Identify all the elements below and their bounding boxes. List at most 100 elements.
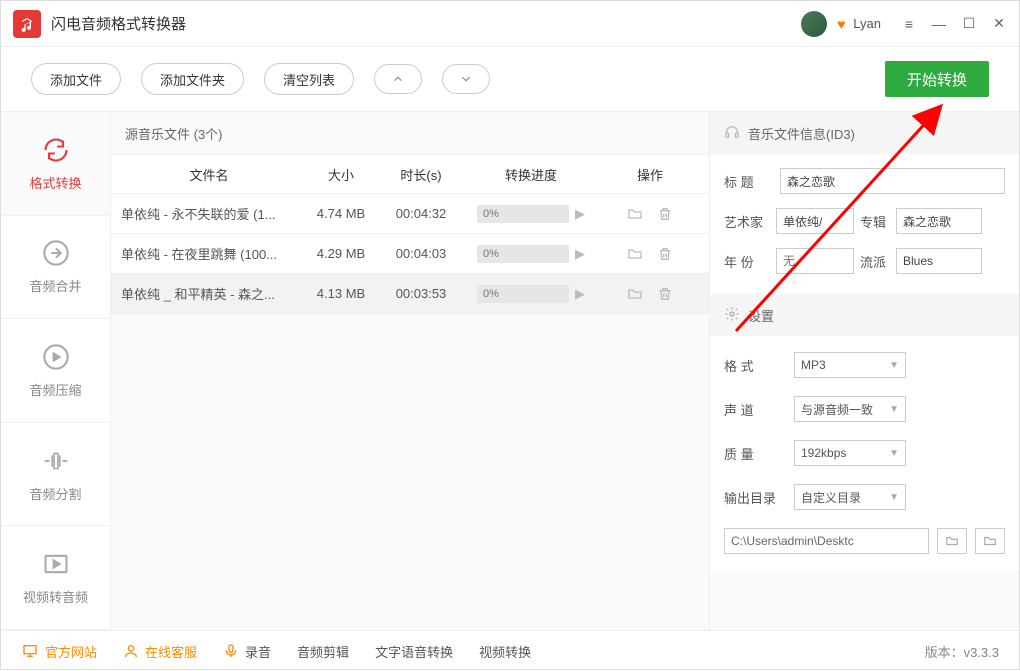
vip-badge-icon: ♥	[833, 16, 849, 32]
id3-album-input[interactable]	[896, 208, 982, 234]
monitor-icon	[21, 643, 39, 659]
play-icon[interactable]: ▶	[575, 286, 585, 302]
version-label: 版本：v3.3.3	[925, 642, 999, 661]
id3-year-input[interactable]	[776, 248, 854, 274]
maximize-icon[interactable]: ☐	[961, 16, 977, 32]
mic-icon	[223, 643, 239, 659]
user-name: Lyan	[853, 16, 881, 31]
sidebar-item-audio-merge[interactable]: 音频合并	[1, 216, 110, 320]
info-section-title: 音乐文件信息(ID3)	[710, 112, 1019, 154]
folder-icon[interactable]	[625, 244, 645, 264]
trash-icon[interactable]	[655, 244, 675, 264]
rotate-icon	[41, 135, 71, 165]
cell-ops	[601, 284, 699, 304]
cell-progress: 0%▶	[461, 205, 601, 223]
channel-label: 声 道	[724, 400, 780, 419]
chevron-down-icon: ▼	[889, 448, 899, 459]
move-up-button[interactable]	[374, 64, 422, 94]
list-header: 源音乐文件 (3个)	[111, 112, 709, 154]
trash-icon[interactable]	[655, 204, 675, 224]
format-label: 格 式	[724, 356, 780, 375]
cell-ops	[601, 204, 699, 224]
id3-genre-input[interactable]	[896, 248, 982, 274]
trash-icon[interactable]	[655, 284, 675, 304]
open-folder-button[interactable]	[937, 528, 967, 554]
cell-name: 单依纯 - 在夜里跳舞 (100...	[111, 244, 301, 263]
footer-edit[interactable]: 音频剪辑	[297, 642, 349, 661]
cell-progress: 0%▶	[461, 245, 601, 263]
cell-duration: 00:04:32	[381, 206, 461, 221]
footer-video[interactable]: 视频转换	[479, 642, 531, 661]
footer-support[interactable]: 在线客服	[123, 642, 197, 661]
table-row[interactable]: 单依纯 _ 和平精英 - 森之...4.13 MB00:03:530%▶	[111, 274, 709, 314]
chevron-down-icon: ▼	[889, 404, 899, 415]
output-label: 输出目录	[724, 488, 780, 507]
id3-artist-input[interactable]	[776, 208, 854, 234]
col-name: 文件名	[111, 165, 301, 184]
col-progress: 转换进度	[461, 165, 601, 184]
cell-size: 4.13 MB	[301, 286, 381, 301]
cell-ops	[601, 244, 699, 264]
col-size: 大小	[301, 165, 381, 184]
merge-icon	[41, 238, 71, 268]
cell-progress: 0%▶	[461, 285, 601, 303]
split-icon	[41, 446, 71, 476]
titlebar: 闪电音频格式转换器 ♥ Lyan ≡ — ☐ ✕	[1, 1, 1019, 47]
headphone-icon	[724, 124, 740, 143]
sidebar-item-video-to-audio[interactable]: 视频转音频	[1, 526, 110, 630]
footer-tts[interactable]: 文字语音转换	[375, 642, 453, 661]
sidebar-item-audio-compress[interactable]: 音频压缩	[1, 319, 110, 423]
chevron-down-icon: ▼	[889, 360, 899, 371]
quality-label: 质 量	[724, 444, 780, 463]
footer-record[interactable]: 录音	[223, 642, 271, 661]
minimize-icon[interactable]: —	[931, 16, 947, 32]
id3-title-label: 标 题	[724, 172, 770, 191]
chevron-down-icon: ▼	[889, 492, 899, 503]
play-icon[interactable]: ▶	[575, 206, 585, 222]
folder-icon[interactable]	[625, 284, 645, 304]
id3-album-label: 专辑	[860, 212, 890, 231]
table-row[interactable]: 单依纯 - 在夜里跳舞 (100...4.29 MB00:04:030%▶	[111, 234, 709, 274]
support-icon	[123, 643, 139, 659]
col-duration: 时长(s)	[381, 165, 461, 184]
footer-official-site[interactable]: 官方网站	[21, 642, 97, 661]
toolbar: 添加文件 添加文件夹 清空列表 开始转换	[1, 47, 1019, 111]
file-list: 源音乐文件 (3个) 文件名 大小 时长(s) 转换进度 操作 单依纯 - 永不…	[111, 112, 709, 630]
menu-icon[interactable]: ≡	[901, 16, 917, 32]
folder-icon[interactable]	[625, 204, 645, 224]
move-down-button[interactable]	[442, 64, 490, 94]
avatar[interactable]	[801, 11, 827, 37]
id3-year-label: 年 份	[724, 252, 770, 271]
cell-name: 单依纯 _ 和平精英 - 森之...	[111, 284, 301, 303]
quality-select[interactable]: 192kbps▼	[794, 440, 906, 466]
sidebar-item-format-convert[interactable]: 格式转换	[1, 112, 110, 216]
output-select[interactable]: 自定义目录▼	[794, 484, 906, 510]
start-convert-button[interactable]: 开始转换	[885, 61, 989, 97]
format-select[interactable]: MP3▼	[794, 352, 906, 378]
add-folder-button[interactable]: 添加文件夹	[141, 63, 244, 95]
id3-artist-label: 艺术家	[724, 212, 770, 231]
sidebar-item-audio-split[interactable]: 音频分割	[1, 423, 110, 527]
settings-section-title: 设置	[710, 294, 1019, 336]
compress-icon	[41, 342, 71, 372]
app-title: 闪电音频格式转换器	[51, 13, 186, 34]
browse-folder-button[interactable]	[975, 528, 1005, 554]
clear-list-button[interactable]: 清空列表	[264, 63, 354, 95]
col-ops: 操作	[601, 165, 699, 184]
cell-duration: 00:03:53	[381, 286, 461, 301]
id3-title-input[interactable]	[780, 168, 1005, 194]
id3-genre-label: 流派	[860, 252, 890, 271]
cell-size: 4.29 MB	[301, 246, 381, 261]
gear-icon	[724, 306, 740, 325]
table-header: 文件名 大小 时长(s) 转换进度 操作	[111, 154, 709, 194]
footer: 官方网站 在线客服 录音 音频剪辑 文字语音转换 视频转换 版本：v3.3.3	[1, 631, 1019, 671]
close-icon[interactable]: ✕	[991, 16, 1007, 32]
cell-size: 4.74 MB	[301, 206, 381, 221]
sidebar: 格式转换 音频合并 音频压缩 音频分割 视频转音频	[1, 112, 111, 630]
right-panel: 音乐文件信息(ID3) 标 题 艺术家 专辑 年 份 流派 设置	[709, 112, 1019, 630]
channel-select[interactable]: 与源音频一致▼	[794, 396, 906, 422]
add-file-button[interactable]: 添加文件	[31, 63, 121, 95]
play-icon[interactable]: ▶	[575, 246, 585, 262]
cell-duration: 00:04:03	[381, 246, 461, 261]
table-row[interactable]: 单依纯 - 永不失联的爱 (1...4.74 MB00:04:320%▶	[111, 194, 709, 234]
